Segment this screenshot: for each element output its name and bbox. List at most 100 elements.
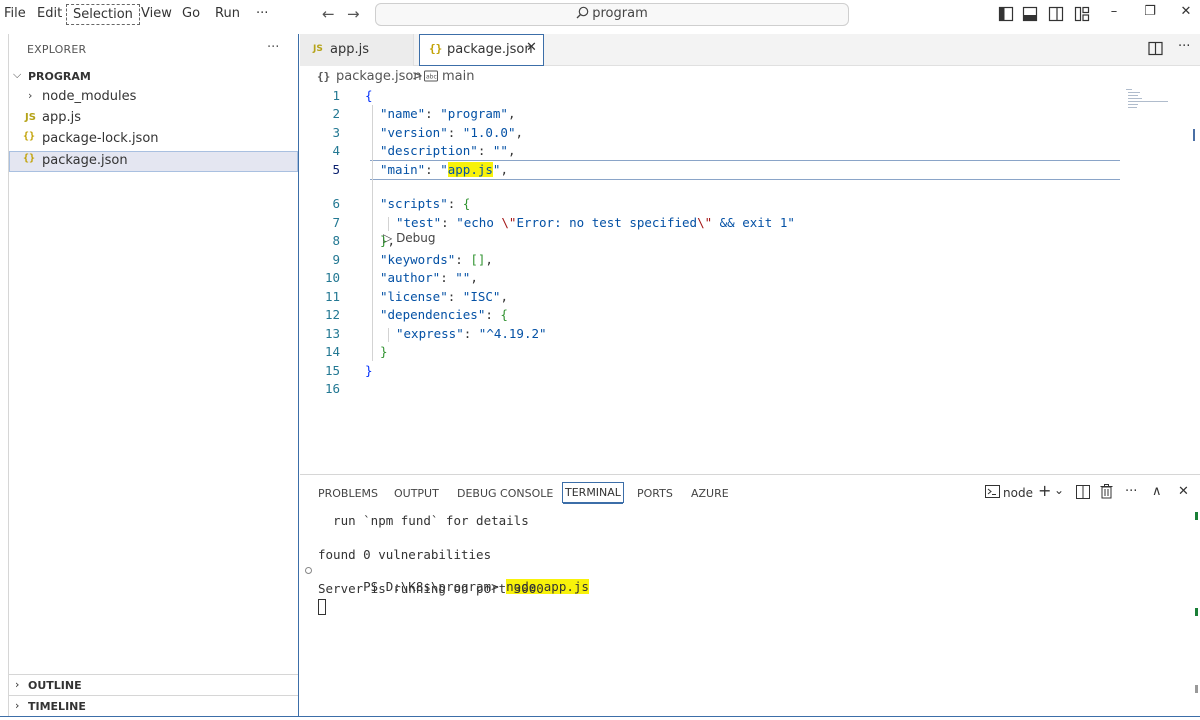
line-number: 13 — [324, 326, 340, 341]
split-terminal-icon[interactable] — [1076, 485, 1090, 503]
outline-section[interactable]: › OUTLINE — [9, 674, 298, 695]
breadcrumb-symbol[interactable]: main — [442, 69, 474, 84]
tab-ports[interactable]: PORTS — [637, 487, 673, 500]
title-bar: File Edit Selection View Go Run ··· ← → … — [0, 0, 1200, 30]
tree-item-package-json[interactable]: {} package.json — [9, 151, 298, 172]
toggle-primary-sidebar-icon[interactable] — [998, 6, 1014, 22]
code-editor[interactable]: 1 { 2 "name": "program", 3 "version": "1… — [300, 87, 1200, 467]
tree-item-app-js[interactable]: JS app.js — [9, 108, 298, 129]
explorer-title: EXPLORER — [27, 43, 87, 56]
string-symbol-icon: abc — [424, 70, 438, 86]
chevron-right-icon: › — [15, 699, 20, 712]
command-center-text: program — [592, 6, 648, 21]
code-line: 4 "description": "", — [300, 142, 1200, 160]
menu-more[interactable]: ··· — [256, 6, 268, 21]
back-arrow-icon[interactable]: ← — [322, 5, 335, 23]
tab-problems[interactable]: PROBLEMS — [318, 487, 378, 500]
maximize-panel-icon[interactable]: ∧ — [1152, 484, 1162, 499]
menu-selection[interactable]: Selection — [66, 4, 140, 25]
scrollbar-marker[interactable] — [1193, 129, 1195, 141]
breadcrumb-separator: > — [412, 69, 423, 84]
code-line: 12 "dependencies": { — [300, 306, 1200, 324]
tree-item-label: package.json — [42, 153, 128, 168]
chevron-right-icon: › — [15, 678, 20, 691]
restore-icon[interactable]: ❐ — [1140, 4, 1160, 19]
minimap[interactable] — [1126, 87, 1192, 123]
json-file-icon: {} — [317, 70, 331, 83]
json-file-icon: {} — [429, 42, 443, 55]
scrollbar-marker — [1195, 685, 1198, 693]
code-line: 16 — [300, 380, 1200, 398]
json-file-icon: {} — [23, 153, 36, 164]
split-editor-icon[interactable] — [1148, 41, 1163, 56]
menu-edit[interactable]: Edit — [37, 6, 62, 21]
folder-program[interactable]: ⌵ PROGRAM — [9, 66, 298, 87]
toggle-secondary-sidebar-icon[interactable] — [1048, 6, 1064, 22]
line-number: 9 — [332, 252, 340, 267]
code-line: 15 } — [300, 362, 1200, 380]
forward-arrow-icon[interactable]: → — [347, 5, 360, 23]
line-number: 6 — [332, 196, 340, 211]
close-panel-icon[interactable]: ✕ — [1178, 484, 1189, 499]
tree-item-package-lock-json[interactable]: {} package-lock.json — [9, 129, 298, 150]
line-number: 3 — [332, 125, 340, 140]
line-number: 7 — [332, 215, 340, 230]
menu-view[interactable]: View — [141, 6, 172, 21]
menu-file[interactable]: File — [4, 6, 26, 21]
json-file-icon: {} — [23, 131, 36, 142]
panel-more-button[interactable]: ··· — [1125, 484, 1137, 499]
toggle-panel-icon[interactable] — [1022, 6, 1038, 22]
command-center-search[interactable]: program — [375, 3, 849, 26]
status-divider — [0, 716, 1200, 720]
code-line-active: 5 "main": "app.js", — [300, 161, 1200, 179]
tab-package-json[interactable]: {} package.json ✕ — [419, 34, 544, 66]
code-line: 9 "keywords": [], — [300, 251, 1200, 269]
code-line: 8 }, — [300, 232, 1200, 250]
code-line: 2 "name": "program", — [300, 105, 1200, 123]
explorer-header: EXPLORER ··· — [9, 34, 298, 66]
chevron-down-icon[interactable]: ⌄ — [1054, 483, 1064, 497]
tree-item-node-modules[interactable]: › node_modules — [9, 87, 298, 108]
tab-azure[interactable]: AZURE — [691, 487, 729, 500]
command-decoration-icon[interactable] — [305, 567, 312, 574]
line-number: 1 — [332, 88, 340, 103]
customize-layout-icon[interactable] — [1074, 6, 1090, 22]
editor-more-button[interactable]: ··· — [1178, 39, 1190, 54]
chevron-right-icon: › — [28, 89, 33, 102]
tab-debug-console[interactable]: DEBUG CONSOLE — [457, 487, 553, 500]
tree-item-label: package-lock.json — [42, 131, 159, 146]
timeline-section[interactable]: › TIMELINE — [9, 695, 298, 716]
tab-label: app.js — [330, 42, 369, 57]
breadcrumb-file[interactable]: package.json — [336, 69, 422, 84]
timeline-label: TIMELINE — [28, 700, 86, 713]
line-number: 11 — [324, 289, 340, 304]
terminal-cursor — [318, 599, 326, 615]
tree-item-label: app.js — [42, 110, 81, 125]
svg-text:abc: abc — [426, 74, 437, 81]
explorer-more-button[interactable]: ··· — [267, 40, 279, 55]
trash-icon[interactable] — [1100, 484, 1113, 503]
code-line: 11 "license": "ISC", — [300, 288, 1200, 306]
explorer-sidebar: EXPLORER ··· ⌵ PROGRAM › node_modules JS… — [8, 34, 299, 718]
add-terminal-icon[interactable]: + — [1038, 481, 1051, 500]
tab-terminal[interactable]: TERMINAL — [562, 482, 624, 504]
menu-go[interactable]: Go — [182, 6, 200, 21]
menu-run[interactable]: Run — [215, 6, 240, 21]
minimize-icon[interactable]: – — [1104, 4, 1124, 19]
tab-app-js[interactable]: JS app.js — [300, 34, 414, 66]
close-tab-icon[interactable]: ✕ — [526, 40, 537, 55]
javascript-file-icon: JS — [313, 44, 323, 54]
chevron-down-icon: ⌵ — [13, 68, 22, 81]
code-line: 10 "author": "", — [300, 269, 1200, 287]
terminal-line: found 0 vulnerabilities — [318, 547, 492, 562]
editor-tabs: JS app.js {} package.json ✕ ··· — [300, 34, 1200, 66]
terminal-name[interactable]: node — [1003, 486, 1033, 500]
terminal-line: run `npm fund` for details — [318, 513, 529, 528]
close-window-icon[interactable]: ✕ — [1176, 4, 1196, 19]
bottom-panel: PROBLEMS OUTPUT DEBUG CONSOLE TERMINAL P… — [300, 474, 1200, 720]
tree-item-label: node_modules — [42, 89, 137, 104]
code-line: 14 } — [300, 343, 1200, 361]
code-line: 13 "express": "^4.19.2" — [300, 325, 1200, 343]
tab-output[interactable]: OUTPUT — [394, 487, 439, 500]
javascript-file-icon: JS — [25, 112, 36, 123]
